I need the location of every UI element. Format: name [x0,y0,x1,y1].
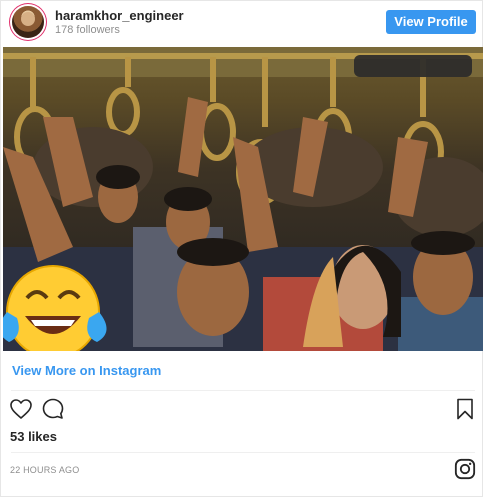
like-count[interactable]: 53 likes [10,429,57,444]
avatar[interactable] [12,6,44,38]
view-more-link[interactable]: View More on Instagram [12,363,161,378]
view-profile-button[interactable]: View Profile [386,10,476,34]
comment-icon[interactable] [41,397,65,421]
username[interactable]: haramkhor_engineer [55,8,184,23]
divider [11,390,475,391]
action-bar [1,397,482,423]
instagram-icon[interactable] [454,458,476,480]
post-header: haramkhor_engineer 178 followers View Pr… [1,1,482,47]
post-image[interactable] [3,47,483,351]
instagram-embed-card: haramkhor_engineer 178 followers View Pr… [0,0,483,497]
crowded-train-photo [3,47,483,351]
follower-count: 178 followers [55,24,120,36]
post-timestamp: 22 HOURS AGO [10,465,80,475]
redaction-bar [354,55,472,77]
bookmark-icon[interactable] [453,397,477,421]
divider [11,452,475,453]
heart-icon[interactable] [9,397,33,421]
